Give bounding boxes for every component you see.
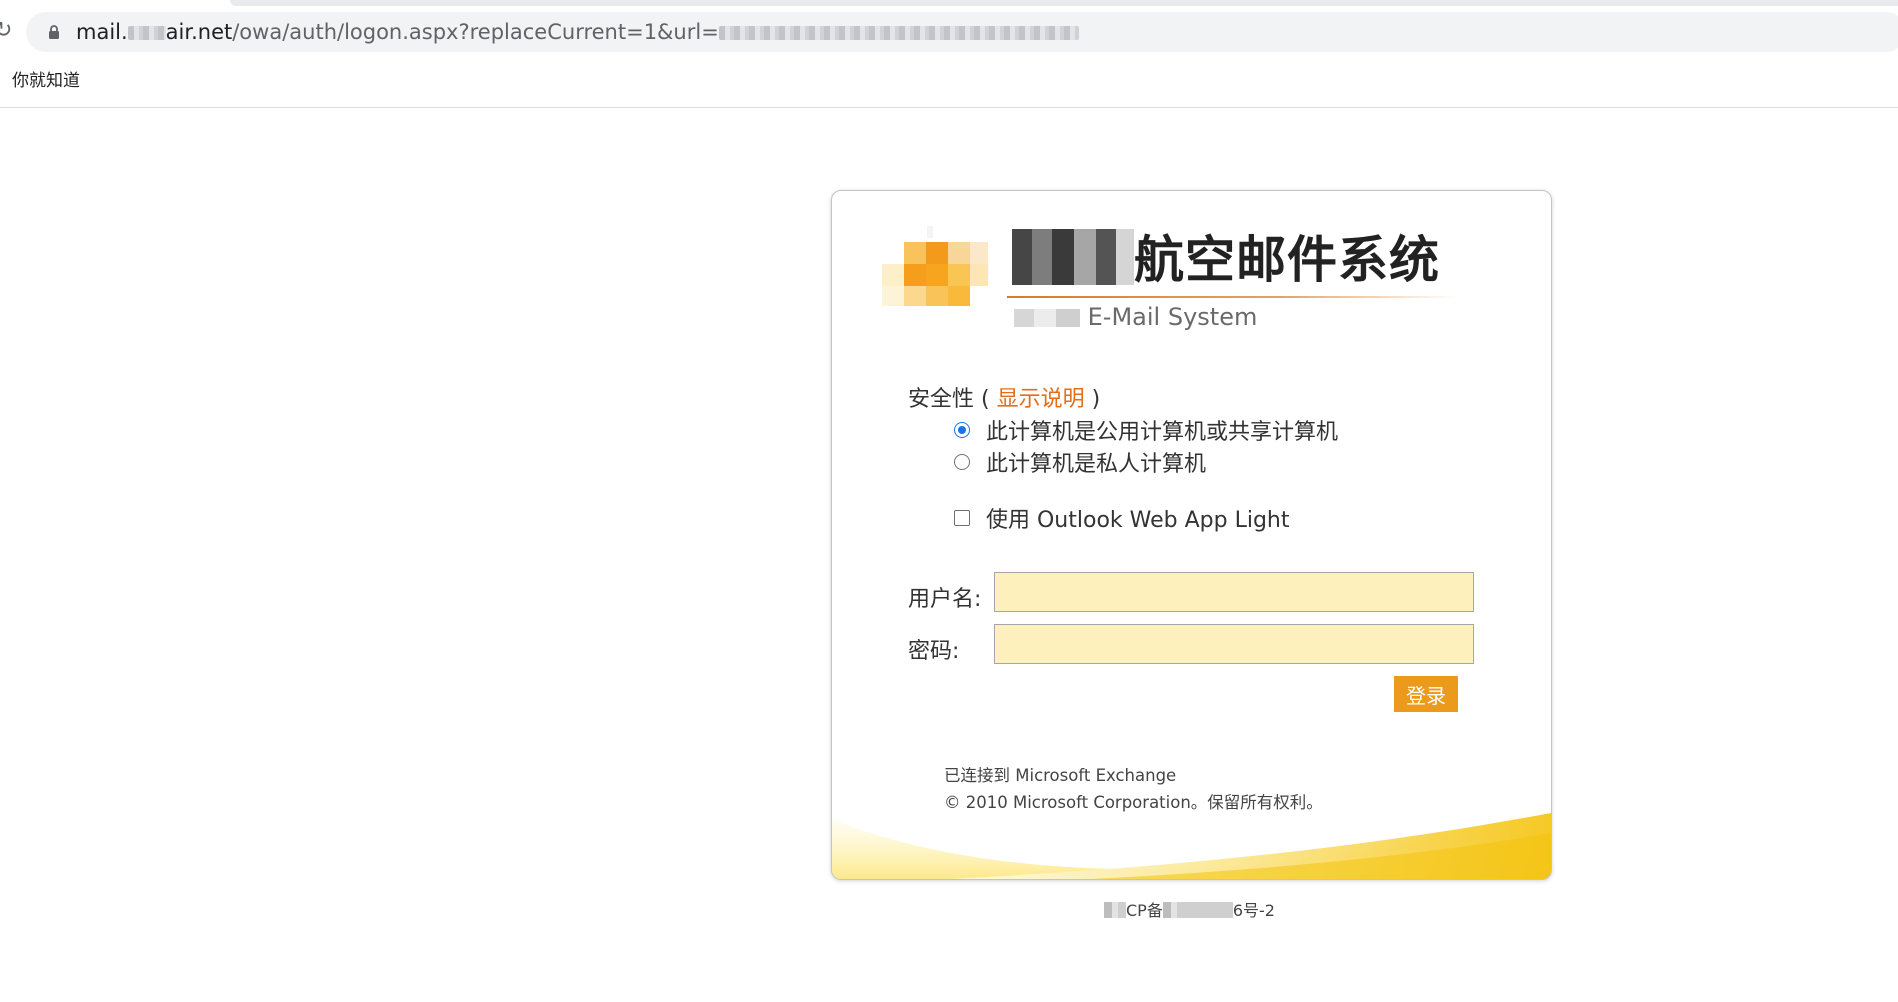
browser-toolbar: ↻ mail. air.net/owa/auth/logon.aspx?repla… <box>0 0 1898 108</box>
tab-strip <box>230 0 1898 6</box>
title-underline <box>1007 296 1457 298</box>
bookmark-item[interactable]: 你就知道 <box>12 66 80 91</box>
password-input[interactable] <box>994 624 1474 664</box>
url-query-redacted <box>718 26 1079 40</box>
login-button[interactable]: 登录 <box>1394 676 1458 712</box>
option-private-computer[interactable]: 此计算机是私人计算机 <box>954 446 1206 478</box>
reload-icon[interactable]: ↻ <box>0 18 12 44</box>
security-label: 安全性 ( 显示说明 ) <box>908 381 1100 413</box>
url-redacted <box>127 26 166 40</box>
light-version-checkbox[interactable] <box>954 510 970 526</box>
icp-redacted-number <box>1162 902 1233 918</box>
icp-prefix: CP备 <box>1126 901 1163 920</box>
system-subtitle: E-Mail System <box>1014 303 1257 331</box>
url-text[interactable]: mail. air.net/owa/auth/logon.aspx?replace… <box>76 12 1079 52</box>
system-title: 航空邮件系统 <box>1012 229 1440 289</box>
url-host-prefix: mail. <box>76 20 128 44</box>
subtitle-redacted <box>1014 309 1080 327</box>
username-input[interactable] <box>994 572 1474 612</box>
public-computer-radio[interactable] <box>954 422 970 438</box>
security-label-suffix: ) <box>1091 387 1101 412</box>
lock-icon[interactable] <box>46 24 62 40</box>
title-text: 航空邮件系统 <box>1134 231 1440 289</box>
icp-redacted-prefix <box>1104 902 1126 918</box>
password-label: 密码: <box>908 639 960 664</box>
title-redacted <box>1012 229 1134 285</box>
subtitle-text: E-Mail System <box>1087 303 1258 331</box>
address-bar[interactable]: mail. air.net/owa/auth/logon.aspx?replace… <box>26 12 1898 52</box>
option-light-version[interactable]: 使用 Outlook Web App Light <box>954 502 1289 534</box>
connected-text: 已连接到 Microsoft Exchange <box>944 766 1177 785</box>
icp-suffix: 6号-2 <box>1232 901 1275 920</box>
public-computer-label[interactable]: 此计算机是公用计算机或共享计算机 <box>986 414 1338 446</box>
light-version-label[interactable]: 使用 Outlook Web App Light <box>986 502 1289 534</box>
icp-record: CP备 6号-2 <box>1104 897 1275 921</box>
private-computer-radio[interactable] <box>954 454 970 470</box>
option-public-computer[interactable]: 此计算机是公用计算机或共享计算机 <box>954 414 1338 446</box>
private-computer-label[interactable]: 此计算机是私人计算机 <box>986 446 1206 478</box>
show-help-link[interactable]: 显示说明 <box>997 387 1085 412</box>
footer-wave-decoration <box>832 805 1551 879</box>
security-label-prefix: 安全性 ( <box>908 387 990 412</box>
url-host-suffix: air.net <box>165 20 233 44</box>
login-card: 航空邮件系统 E-Mail System 安全性 ( 显示说明 ) 此计算机是公… <box>831 190 1552 880</box>
brand-logo-icon <box>882 226 988 306</box>
username-label: 用户名: <box>908 587 982 612</box>
url-path: /owa/auth/logon.aspx?replaceCurrent=1&ur… <box>232 20 719 44</box>
